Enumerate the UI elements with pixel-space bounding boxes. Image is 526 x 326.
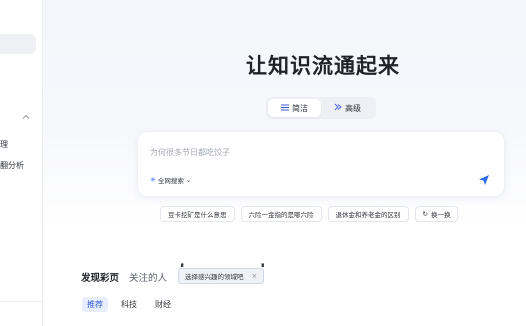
tooltip-text: 选择感兴趣的领域吧 <box>185 273 244 281</box>
category-tabs: 推荐 科技 财经 <box>82 297 176 312</box>
mode-advanced-button[interactable]: 高级 <box>321 99 374 117</box>
globe-icon: ✳ <box>150 176 156 184</box>
tab-tech[interactable]: 科技 <box>116 297 142 312</box>
page-title: 让知识流通起来 <box>246 54 400 78</box>
sidebar-item-label[interactable]: 翻分析 <box>0 160 24 171</box>
refresh-icon: ↻ <box>422 210 428 218</box>
suggestion-chip[interactable]: 退休金和养老金的区别 <box>327 206 409 222</box>
chevron-up-icon[interactable] <box>22 113 32 123</box>
tab-following[interactable]: 关注的人 <box>129 270 167 284</box>
sidebar-item-label[interactable]: 理 <box>0 139 8 150</box>
tab-discover[interactable]: 发现彩页 <box>81 270 119 284</box>
send-icon <box>479 175 489 185</box>
mode-advanced-label: 高级 <box>345 103 361 113</box>
mode-simple-button[interactable]: 简洁 <box>268 99 321 117</box>
interest-tooltip: ▘ 选择感兴趣的领域吧 × ▝ <box>178 264 265 284</box>
mode-switch: 简洁 高级 <box>266 97 376 119</box>
sidebar-selected-item[interactable] <box>0 34 36 54</box>
left-sidebar: 理 翻分析 <box>0 0 43 326</box>
search-card: ✳ 全网搜索 ⌄ <box>137 131 505 197</box>
search-input[interactable] <box>150 145 450 159</box>
close-icon[interactable]: × <box>252 272 258 280</box>
refresh-label: 换一换 <box>430 211 451 219</box>
feed-tabs: 发现彩页 关注的人 <box>81 270 167 284</box>
send-button[interactable] <box>476 172 492 188</box>
search-scope-label: 全网搜索 <box>157 177 184 185</box>
tab-recommend[interactable]: 推荐 <box>82 297 108 312</box>
chevron-down-icon: ⌄ <box>185 176 192 184</box>
refresh-suggestions-button[interactable]: ↻ 换一换 <box>414 206 459 222</box>
sparkle-icon <box>334 103 342 113</box>
tooltip-corner-icon: ▝ <box>259 264 264 271</box>
suggestion-list: 豆卡挖矿是什么意思 六险一金指的是哪六险 退休金和养老金的区别 ↻ 换一换 <box>160 206 459 222</box>
suggestion-chip[interactable]: 豆卡挖矿是什么意思 <box>160 206 235 222</box>
search-scope-dropdown[interactable]: ✳ 全网搜索 ⌄ <box>150 175 191 185</box>
tab-finance[interactable]: 财经 <box>150 297 176 312</box>
mode-simple-label: 简洁 <box>292 103 308 113</box>
list-icon <box>281 104 289 113</box>
suggestion-chip[interactable]: 六险一金指的是哪六险 <box>240 206 322 222</box>
divider <box>0 301 43 302</box>
tooltip-corner-icon: ▘ <box>181 264 186 271</box>
